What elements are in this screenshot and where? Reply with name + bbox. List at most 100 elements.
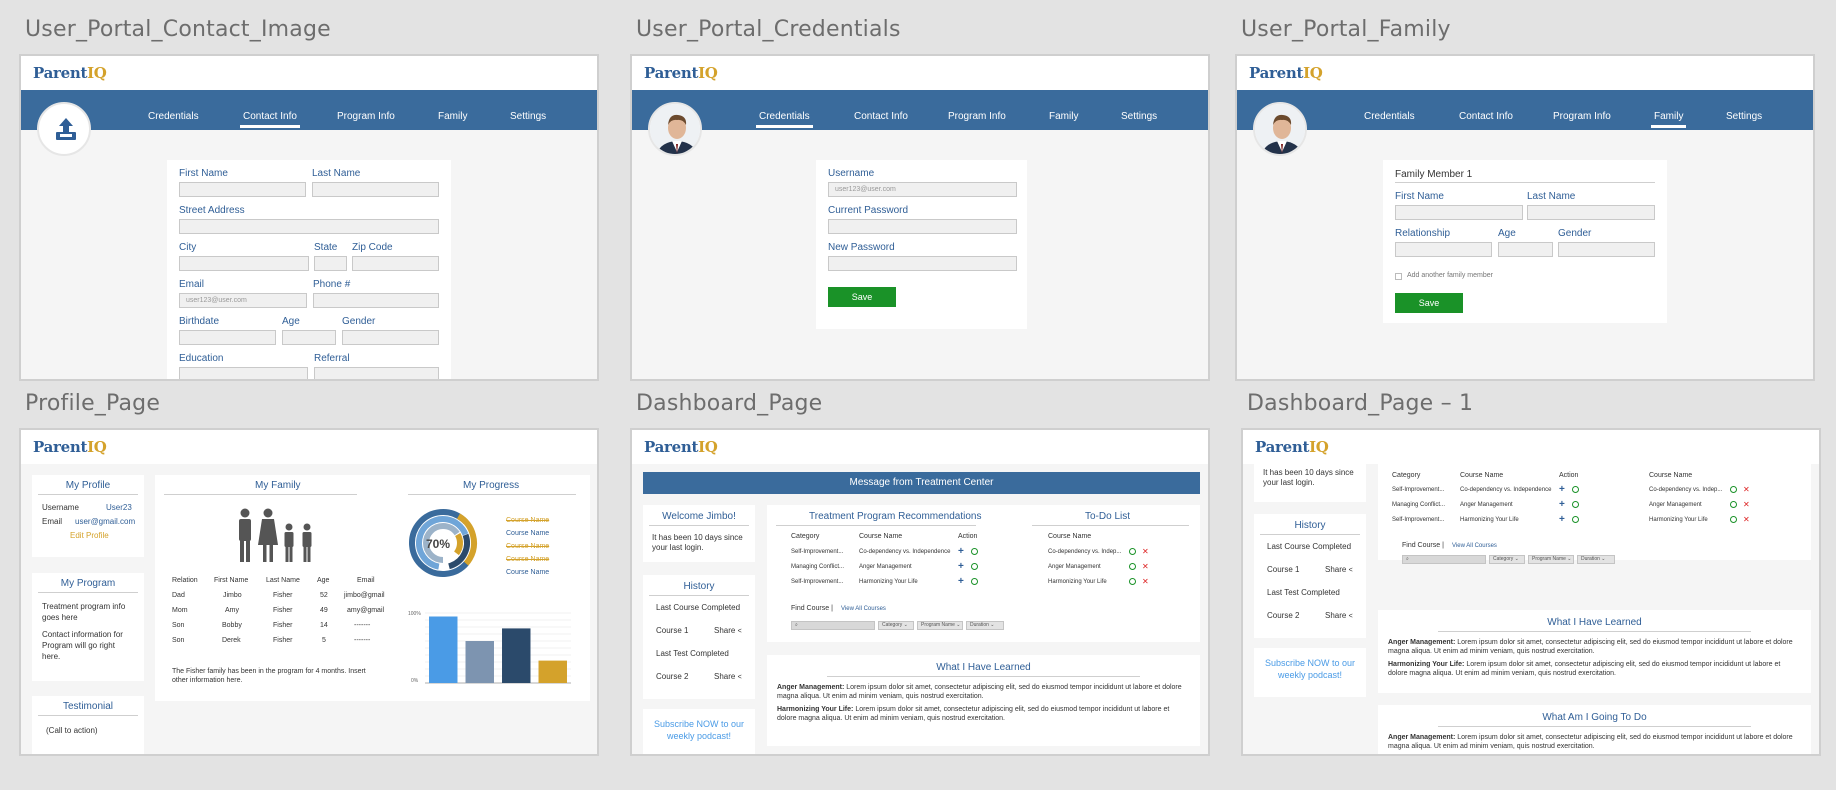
rec-course[interactable]: Co-dependency vs. Independence [1460,487,1551,493]
remove-icon[interactable]: ✕ [1743,486,1750,494]
message-banner[interactable]: Message from Treatment Center [643,472,1200,494]
tab-settings[interactable]: Settings [1726,111,1762,122]
start-icon[interactable] [971,578,978,585]
podcast-link[interactable]: Subscribe NOW to our weekly podcast! [1262,657,1358,681]
course-search-input[interactable]: ⌕ [1402,555,1486,564]
tab-program-info[interactable]: Program Info [1553,111,1611,122]
remove-icon[interactable]: ✕ [1142,548,1149,556]
start-icon[interactable] [1129,578,1136,585]
remove-icon[interactable]: ✕ [1743,501,1750,509]
relationship-field[interactable] [1395,242,1492,257]
start-icon[interactable] [1730,516,1737,523]
todo-course[interactable]: Anger Management [1649,502,1702,508]
remove-icon[interactable]: ✕ [1142,578,1149,586]
todo-course[interactable]: Anger Management [1048,564,1101,570]
todo-course[interactable]: Harmonizing Your Life [1649,517,1708,523]
start-icon[interactable] [1730,501,1737,508]
tab-contact-info[interactable]: Contact Info [854,111,908,122]
first-name-field[interactable] [1395,205,1523,220]
education-field[interactable] [179,367,308,379]
rec-course[interactable]: Co-dependency vs. Independence [859,549,950,555]
tab-family[interactable]: Family [438,111,467,122]
current-password-field[interactable] [828,219,1017,234]
start-icon[interactable] [1730,486,1737,493]
course-list-item[interactable]: Course Name [506,530,549,537]
gender-field[interactable] [342,330,439,345]
tab-credentials[interactable]: Credentials [148,111,199,122]
save-button[interactable]: Save [828,287,896,307]
share-button[interactable]: Share < [714,626,742,635]
age-field[interactable] [282,330,336,345]
avatar[interactable] [648,102,702,156]
view-all-courses-link[interactable]: View All Courses [841,606,886,612]
email-field[interactable]: user123@user.com [179,293,307,308]
start-icon[interactable] [1572,516,1579,523]
upload-avatar[interactable] [37,102,91,156]
add-icon[interactable]: + [1559,500,1565,510]
podcast-link[interactable]: Subscribe NOW to our weekly podcast! [651,718,747,742]
new-password-field[interactable] [828,256,1017,271]
program-name-select[interactable]: Program Name ⌄ [917,621,963,630]
add-member-checkbox[interactable] [1395,273,1402,280]
call-to-action[interactable]: (Call to action) [46,726,98,735]
course-1[interactable]: Course 1 [1267,565,1299,574]
email-value[interactable]: user@gmail.com [75,517,135,526]
course-search-input[interactable]: ⌕ [791,621,875,630]
add-icon[interactable]: + [958,562,964,572]
rec-course[interactable]: Harmonizing Your Life [1460,517,1519,523]
save-button[interactable]: Save [1395,293,1463,313]
add-icon[interactable]: + [958,547,964,557]
state-field[interactable] [314,256,347,271]
phone-field[interactable] [313,293,439,308]
todo-course[interactable]: Harmonizing Your Life [1048,579,1107,585]
course-list-item[interactable]: Course Name [506,517,549,524]
duration-select[interactable]: Duration ⌄ [1577,555,1615,564]
start-icon[interactable] [971,563,978,570]
rec-course[interactable]: Harmonizing Your Life [859,579,918,585]
add-icon[interactable]: + [1559,515,1565,525]
username-field[interactable]: user123@user.com [828,182,1017,197]
course-list-item[interactable]: Course Name [506,543,549,550]
tab-credentials[interactable]: Credentials [1364,111,1415,122]
tab-family[interactable]: Family [1049,111,1078,122]
start-icon[interactable] [1129,563,1136,570]
tab-contact-info[interactable]: Contact Info [240,111,300,128]
tab-settings[interactable]: Settings [510,111,546,122]
program-name-select[interactable]: Program Name ⌄ [1528,555,1574,564]
view-all-courses-link[interactable]: View All Courses [1452,543,1497,549]
start-icon[interactable] [971,548,978,555]
remove-icon[interactable]: ✕ [1142,563,1149,571]
add-icon[interactable]: + [1559,485,1565,495]
street-field[interactable] [179,219,439,234]
zip-field[interactable] [352,256,439,271]
gender-field[interactable] [1558,242,1655,257]
share-button[interactable]: Share < [1325,565,1353,574]
course-list-item[interactable]: Course Name [506,569,549,576]
category-select[interactable]: Category ⌄ [1489,555,1525,564]
course-2[interactable]: Course 2 [656,672,688,681]
remove-icon[interactable]: ✕ [1743,516,1750,524]
rec-course[interactable]: Anger Management [1460,502,1513,508]
referral-field[interactable] [314,367,439,379]
last-name-field[interactable] [312,182,439,197]
course-1[interactable]: Course 1 [656,626,688,635]
start-icon[interactable] [1129,548,1136,555]
rec-course[interactable]: Anger Management [859,564,912,570]
start-icon[interactable] [1572,501,1579,508]
category-select[interactable]: Category ⌄ [878,621,914,630]
course-list-item[interactable]: Course Name [506,556,549,563]
start-icon[interactable] [1572,486,1579,493]
tab-contact-info[interactable]: Contact Info [1459,111,1513,122]
last-name-field[interactable] [1527,205,1655,220]
tab-family[interactable]: Family [1650,111,1687,128]
share-button[interactable]: Share < [1325,611,1353,620]
tab-program-info[interactable]: Program Info [948,111,1006,122]
course-2[interactable]: Course 2 [1267,611,1299,620]
city-field[interactable] [179,256,309,271]
share-button[interactable]: Share < [714,672,742,681]
tab-settings[interactable]: Settings [1121,111,1157,122]
edit-profile-link[interactable]: Edit Profile [70,531,109,540]
age-field[interactable] [1498,242,1553,257]
add-icon[interactable]: + [958,577,964,587]
todo-course[interactable]: Co-dependency vs. Indep... [1048,549,1121,555]
